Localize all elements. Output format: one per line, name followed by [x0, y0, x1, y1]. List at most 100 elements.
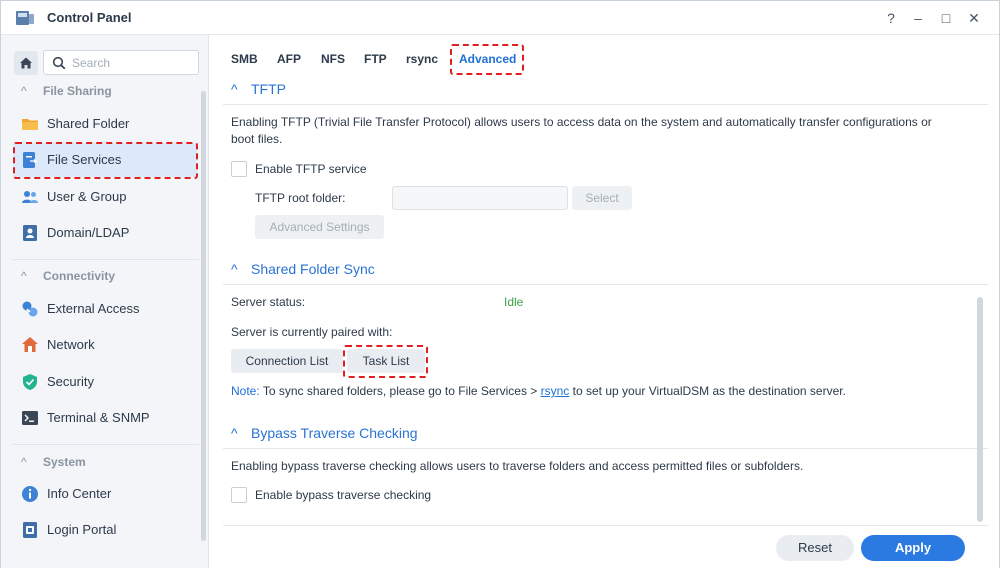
sidebar-item-label: Info Center: [47, 486, 112, 501]
note-text-before: To sync shared folders, please go to Fil…: [262, 384, 538, 398]
search-input[interactable]: [72, 55, 192, 71]
section-title: TFTP: [251, 81, 286, 97]
section-header-bypass-traverse[interactable]: ^ Bypass Traverse Checking: [231, 425, 418, 441]
file-services-icon: [23, 152, 38, 168]
group-title: File Sharing: [43, 84, 112, 98]
search-icon: [52, 56, 66, 70]
tftp-root-folder-label: TFTP root folder:: [255, 191, 346, 205]
bypass-description: Enabling bypass traverse checking allows…: [231, 459, 804, 473]
footer-bar: Reset Apply: [209, 531, 999, 568]
home-button[interactable]: [14, 51, 38, 75]
enable-bypass-checkbox[interactable]: [231, 487, 247, 503]
terminal-icon: [22, 411, 38, 425]
chevron-up-icon: ^: [21, 269, 27, 283]
chevron-up-icon: ^: [231, 81, 238, 97]
select-folder-button[interactable]: Select: [572, 186, 632, 210]
sync-note: Note: To sync shared folders, please go …: [231, 383, 846, 400]
tab-advanced[interactable]: Advanced: [459, 52, 516, 66]
sidebar-item-security[interactable]: Security: [13, 365, 197, 399]
search-box: [43, 50, 199, 75]
tftp-root-folder-field[interactable]: [392, 186, 568, 210]
sidebar-item-label: Login Portal: [47, 522, 117, 537]
tab-rsync[interactable]: rsync: [406, 52, 438, 66]
sidebar-item-domain-ldap[interactable]: Domain/LDAP: [13, 216, 197, 250]
paired-label: Server is currently paired with:: [231, 325, 393, 339]
advanced-settings-panel: ^ TFTP Enabling TFTP (Trivial File Transf…: [209, 79, 999, 531]
apply-button[interactable]: Apply: [861, 535, 965, 561]
group-header-system[interactable]: ^ System: [21, 455, 86, 475]
sidebar-item-label: Terminal & SNMP: [47, 410, 150, 425]
info-icon: [22, 486, 38, 502]
section-header-shared-folder-sync[interactable]: ^ Shared Folder Sync: [231, 261, 375, 277]
sidebar-item-label: User & Group: [47, 189, 127, 204]
chevron-up-icon: ^: [231, 425, 238, 441]
shield-icon: [23, 374, 37, 390]
window-title: Control Panel: [47, 10, 132, 25]
section-divider: [223, 104, 988, 105]
note-text-after: to set up your VirtualDSM as the destina…: [572, 384, 846, 398]
maximize-button[interactable]: □: [936, 8, 956, 28]
server-status-value: Idle: [504, 295, 524, 309]
section-divider: [223, 448, 988, 449]
rsync-link[interactable]: rsync: [541, 384, 570, 398]
reset-button[interactable]: Reset: [776, 535, 854, 561]
sidebar-item-network[interactable]: Network: [13, 328, 197, 362]
login-portal-icon: [23, 522, 37, 538]
sidebar-item-info-center[interactable]: Info Center: [13, 477, 197, 511]
section-title: Bypass Traverse Checking: [251, 425, 418, 441]
group-title: System: [43, 455, 86, 469]
sidebar-item-shared-folder[interactable]: Shared Folder: [13, 107, 197, 141]
sidebar-item-label: Security: [47, 374, 94, 389]
sidebar-divider: [13, 444, 199, 445]
section-divider: [223, 525, 988, 526]
home-icon: [20, 57, 32, 69]
sidebar-item-terminal-snmp[interactable]: Terminal & SNMP: [13, 401, 197, 435]
external-access-icon: [22, 301, 38, 317]
sidebar-item-label: Shared Folder: [47, 116, 130, 131]
enable-bypass-label: Enable bypass traverse checking: [255, 488, 432, 502]
group-title: Connectivity: [43, 269, 116, 283]
users-icon: [22, 191, 38, 203]
close-button[interactable]: ✕: [964, 8, 984, 28]
tab-smb[interactable]: SMB: [231, 52, 258, 66]
sidebar-item-label: Domain/LDAP: [47, 225, 130, 240]
tab-nfs[interactable]: NFS: [321, 52, 345, 66]
tab-ftp[interactable]: FTP: [364, 52, 387, 66]
connection-list-button[interactable]: Connection List: [231, 349, 343, 373]
group-header-file-sharing[interactable]: ^ File Sharing: [21, 84, 112, 104]
task-list-button[interactable]: Task List: [347, 349, 425, 373]
tftp-description-cont: boot files.: [231, 132, 283, 146]
sidebar-item-label: Network: [47, 337, 95, 352]
title-bar: Control Panel ? – □ ✕: [1, 1, 999, 35]
enable-tftp-checkbox[interactable]: [231, 161, 247, 177]
sidebar-scrollbar[interactable]: [201, 91, 206, 541]
sidebar-item-external-access[interactable]: External Access: [13, 292, 197, 326]
chevron-up-icon: ^: [231, 261, 238, 277]
sidebar-item-file-services[interactable]: File Services: [13, 143, 197, 177]
chevron-up-icon: ^: [21, 84, 27, 98]
control-panel-app-icon: [16, 11, 34, 25]
sidebar-item-user-group[interactable]: User & Group: [13, 180, 197, 214]
advanced-settings-button[interactable]: Advanced Settings: [255, 215, 384, 239]
section-divider: [223, 284, 988, 285]
help-button[interactable]: ?: [881, 8, 901, 28]
server-status-label: Server status:: [231, 295, 306, 309]
control-panel-window: Control Panel ? – □ ✕ ^ File Sharing: [0, 0, 1000, 568]
section-header-tftp[interactable]: ^ TFTP: [231, 81, 286, 97]
content-scrollbar[interactable]: [977, 297, 983, 522]
enable-tftp-label: Enable TFTP service: [255, 162, 367, 176]
sidebar: ^ File Sharing Shared Folder File Service…: [1, 35, 209, 568]
group-header-connectivity[interactable]: ^ Connectivity: [21, 269, 115, 289]
network-icon: [22, 337, 38, 352]
note-label: Note:: [231, 384, 260, 398]
folder-icon: [22, 119, 38, 130]
tab-afp[interactable]: AFP: [277, 52, 301, 66]
sidebar-item-label: External Access: [47, 301, 140, 316]
sidebar-item-login-portal[interactable]: Login Portal: [13, 513, 197, 547]
sidebar-divider: [13, 259, 199, 260]
sidebar-item-label: File Services: [47, 152, 122, 167]
section-title: Shared Folder Sync: [251, 261, 375, 277]
domain-icon: [23, 225, 37, 241]
tab-bar: SMB AFP NFS FTP rsync Advanced: [209, 35, 999, 79]
minimize-button[interactable]: –: [908, 8, 928, 28]
